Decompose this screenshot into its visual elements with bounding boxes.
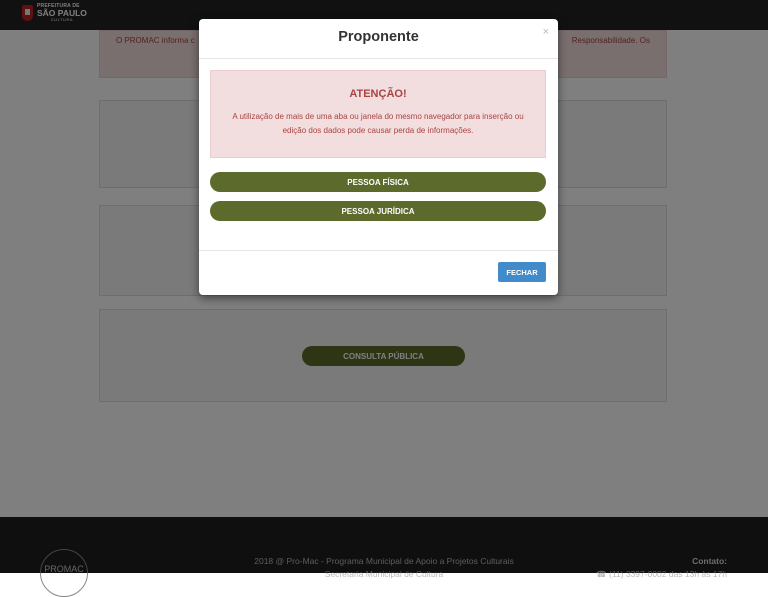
modal-footer-divider (199, 250, 558, 251)
pessoa-juridica-button[interactable]: PESSOA JURÍDICA (210, 201, 546, 221)
proponente-modal: Proponente × ATENÇÃO! A utilização de ma… (199, 19, 558, 295)
warning-alert: ATENÇÃO! A utilização de mais de uma aba… (210, 70, 546, 158)
warning-title: ATENÇÃO! (349, 88, 407, 100)
modal-header: Proponente × (199, 19, 558, 59)
close-icon[interactable]: × (543, 26, 549, 38)
fechar-button[interactable]: FECHAR (498, 262, 546, 282)
modal-title: Proponente (338, 29, 419, 45)
warning-text: A utilização de mais de uma aba ou janel… (232, 112, 524, 135)
pessoa-fisica-button[interactable]: PESSOA FÍSICA (210, 172, 546, 192)
